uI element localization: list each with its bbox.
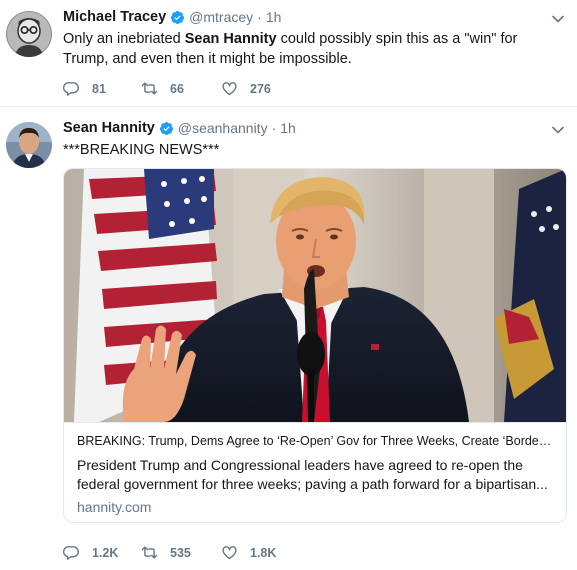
reply-button[interactable]: 81 <box>63 80 141 97</box>
tweet[interactable]: Michael Tracey @mtracey · 1h Only an ine… <box>0 0 577 107</box>
retweet-count: 535 <box>170 545 191 560</box>
separator: · <box>271 120 277 136</box>
like-icon <box>222 82 237 96</box>
like-count: 276 <box>250 81 271 96</box>
reply-icon <box>63 546 79 560</box>
retweet-button[interactable]: 535 <box>141 544 221 561</box>
card-description: President Trump and Congressional leader… <box>77 457 548 492</box>
like-icon <box>222 546 237 560</box>
card-photo <box>64 169 566 422</box>
tweet-text: Only an inebriated Sean Hannity could po… <box>63 29 557 69</box>
verified-icon <box>159 121 174 136</box>
card-body[interactable]: BREAKING: Trump, Dems Agree to ‘Re-Open’… <box>64 422 566 522</box>
tweet-text-part: Only an inebriated <box>63 31 185 47</box>
like-button[interactable]: 1.8K <box>221 544 301 561</box>
author-name[interactable]: Sean Hannity <box>63 120 155 136</box>
retweet-count: 66 <box>170 81 184 96</box>
tweet-actions: 81 66 276 <box>63 80 301 97</box>
retweet-icon <box>141 82 158 95</box>
card-image[interactable] <box>64 169 566 422</box>
link-card[interactable]: BREAKING: Trump, Dems Agree to ‘Re-Open’… <box>63 168 567 523</box>
timestamp[interactable]: 1h <box>280 120 296 136</box>
card-domain: hannity.com <box>77 499 152 515</box>
like-button[interactable]: 276 <box>221 80 301 97</box>
reply-count: 1.2K <box>92 545 119 560</box>
avatar[interactable] <box>6 11 52 57</box>
verified-icon <box>170 10 185 25</box>
separator: · <box>257 9 262 25</box>
tweet[interactable]: Sean Hannity @seanhannity · 1h ***BREAKI… <box>0 108 577 570</box>
retweet-icon <box>141 546 158 559</box>
timestamp[interactable]: 1h <box>266 9 282 25</box>
tweet-header: Sean Hannity @seanhannity · 1h <box>63 118 296 138</box>
avatar[interactable] <box>6 122 52 168</box>
reply-count: 81 <box>92 81 106 96</box>
author-name[interactable]: Michael Tracey <box>63 9 166 25</box>
tweet-header: Michael Tracey @mtracey · 1h <box>63 7 281 27</box>
tweet-text-mention: Sean Hannity <box>184 31 277 47</box>
author-handle[interactable]: @seanhannity <box>178 120 268 136</box>
retweet-button[interactable]: 66 <box>141 80 221 97</box>
caret-down-icon[interactable] <box>551 123 565 137</box>
reply-icon <box>63 82 79 96</box>
tweet-actions: 1.2K 535 1.8K <box>63 544 301 561</box>
tweet-text: ***BREAKING NEWS*** <box>63 142 220 158</box>
like-count: 1.8K <box>250 545 277 560</box>
author-handle[interactable]: @mtracey <box>189 9 253 25</box>
reply-button[interactable]: 1.2K <box>63 544 141 561</box>
card-title[interactable]: BREAKING: Trump, Dems Agree to ‘Re-Open’… <box>77 433 552 449</box>
caret-down-icon[interactable] <box>551 12 565 26</box>
